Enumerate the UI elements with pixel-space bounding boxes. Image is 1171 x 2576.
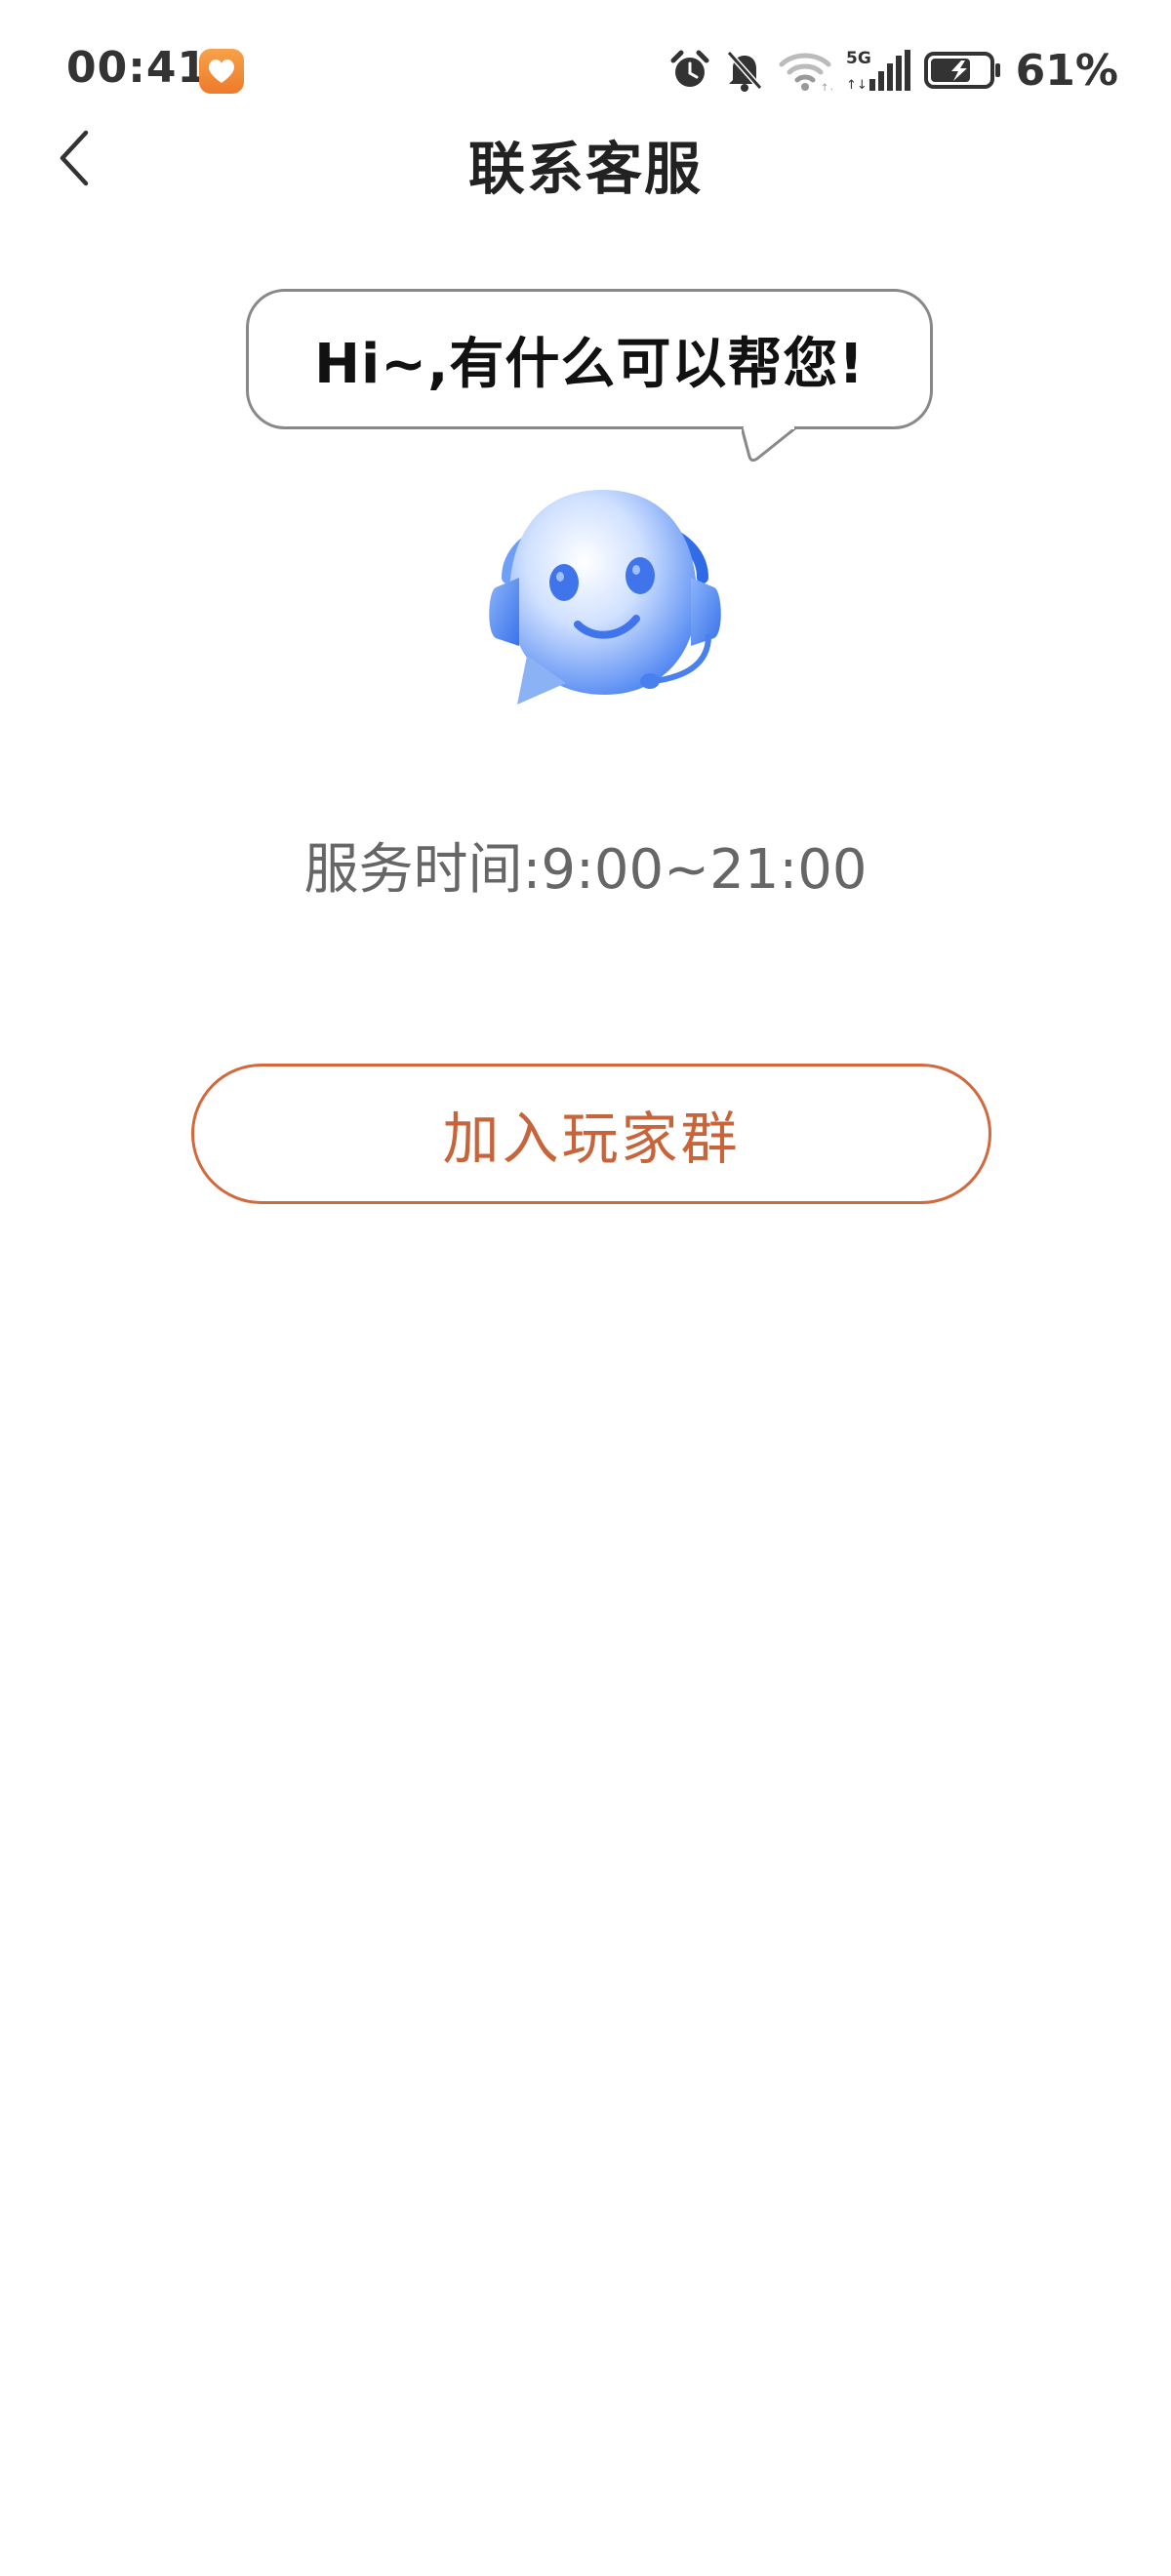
battery-charging-icon [923, 51, 1002, 90]
svg-text:↑↓: ↑↓ [821, 83, 832, 92]
join-player-group-button[interactable]: 加入玩家群 [191, 1064, 991, 1204]
battery-percent: 61% [1015, 45, 1118, 96]
status-time: 00:41 [66, 43, 209, 93]
svg-text:5G: 5G [846, 49, 871, 68]
svg-text:↑↓: ↑↓ [846, 78, 868, 93]
status-bar: 00:41 ↑ 5G ↑↓ 61% [0, 0, 1171, 137]
bell-muted-icon [725, 49, 764, 92]
join-player-group-label: 加入玩家群 [442, 1106, 741, 1172]
cellular-signal-icon: 5G ↑↓ [846, 48, 910, 93]
page-title: 联系客服 [467, 136, 703, 202]
customer-service-mascot [459, 461, 751, 724]
greeting-speech-bubble: Hi~,有什么可以帮您! [246, 289, 933, 429]
navigation-bar: 联系客服 [0, 117, 1171, 205]
greeting-text: Hi~,有什么可以帮您! [314, 332, 865, 396]
app-notification-heart-icon [199, 49, 244, 94]
service-hours-text: 服务时间:9:00~21:00 [303, 838, 868, 902]
status-icons: ↑↓ 5G ↑↓ 61% [655, 43, 1118, 98]
speech-bubble-tail [742, 425, 797, 463]
alarm-clock-icon [668, 49, 711, 92]
wifi-icon: ↑↓ [778, 49, 832, 92]
